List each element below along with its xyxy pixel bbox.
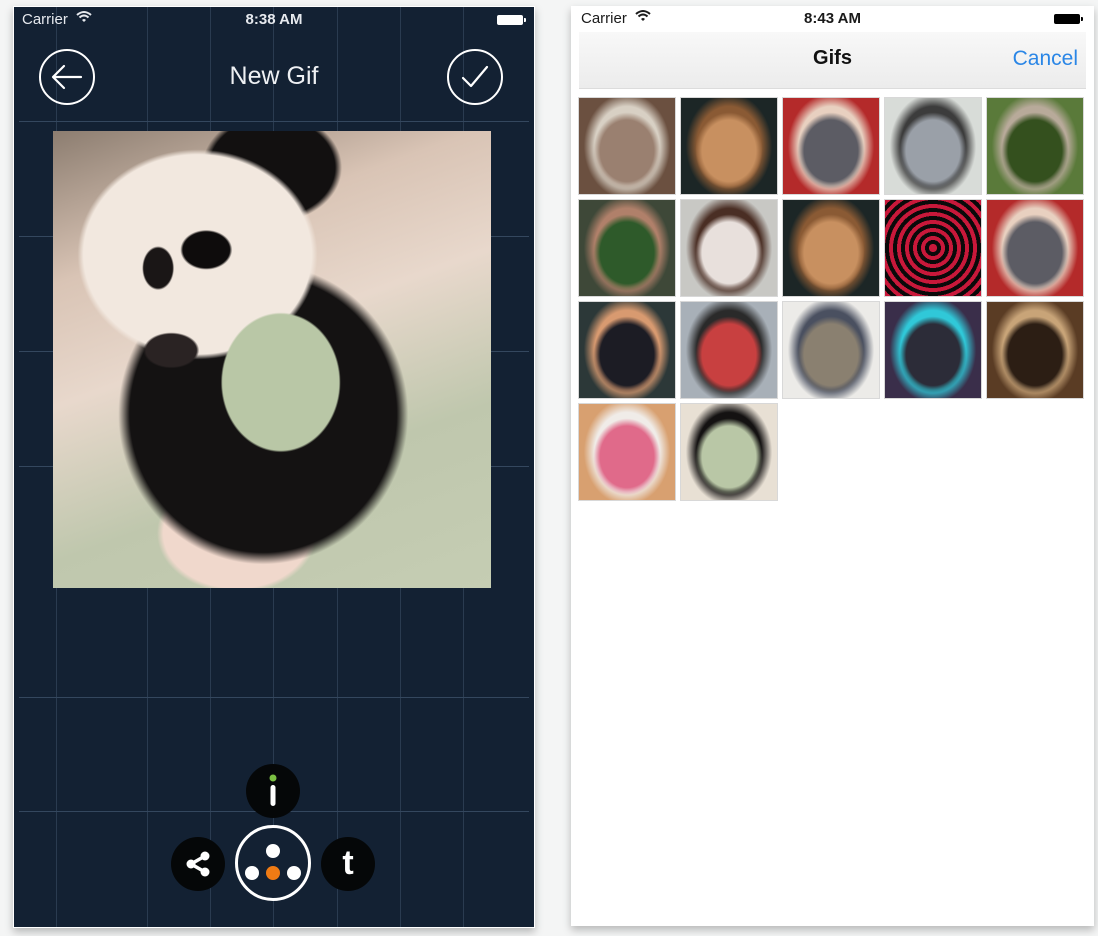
gif-thumbnail-kid-kicking-door[interactable] — [986, 301, 1084, 399]
gif-thumbnail-fox-tongue[interactable] — [578, 403, 676, 501]
info-button[interactable] — [246, 764, 300, 818]
page-title: Gifs — [813, 47, 852, 69]
status-time: 8:43 AM — [804, 10, 861, 27]
battery-full-icon — [497, 15, 526, 25]
dots-menu-icon — [245, 844, 301, 880]
gif-thumbnail-fluffy-dog-dark[interactable] — [680, 97, 778, 195]
tumblr-icon: t — [342, 843, 354, 882]
gif-thumbnail-panda-ball[interactable] — [680, 403, 778, 501]
gif-thumbnail-dancing-crowd[interactable] — [680, 301, 778, 399]
navigation-bar: Gifs Cancel — [579, 32, 1086, 89]
gif-thumbnail-girl-clapping-red-2[interactable] — [986, 199, 1084, 297]
gif-picker-screen: Carrier 8:43 AM Gifs Cancel — [571, 6, 1094, 926]
gif-thumbnail-person-water-bottle[interactable] — [578, 199, 676, 297]
gif-thumbnail-cat-crouching[interactable] — [782, 301, 880, 399]
battery-full-icon — [1054, 14, 1083, 24]
confirm-button[interactable] — [447, 49, 503, 105]
gif-thumbnail-man-on-stage[interactable] — [884, 301, 982, 399]
gif-thumbnail-fluffy-dog-dark-2[interactable] — [782, 199, 880, 297]
checkmark-icon — [461, 65, 489, 88]
gif-thumbnail-boxer-dog-sitting[interactable] — [680, 199, 778, 297]
share-icon — [186, 851, 210, 877]
gif-thumbnail-mind-blown-man[interactable] — [578, 301, 676, 399]
gif-thumbnail-girl-clapping-red[interactable] — [782, 97, 880, 195]
gif-preview[interactable] — [53, 131, 491, 588]
gif-thumbnail-bird-in-grass[interactable] — [986, 97, 1084, 195]
info-icon — [269, 774, 277, 806]
share-button[interactable] — [171, 837, 225, 891]
gif-thumbnail-puppies-on-blanket[interactable] — [884, 97, 982, 195]
status-time: 8:38 AM — [245, 11, 303, 28]
status-bar: Carrier 8:38 AM — [14, 7, 534, 33]
menu-button[interactable] — [235, 825, 311, 901]
gif-thumbnail-boy-at-table[interactable] — [578, 97, 676, 195]
status-bar: Carrier 8:43 AM — [571, 6, 1094, 32]
cancel-button[interactable]: Cancel — [1013, 47, 1078, 71]
grid-line — [19, 697, 529, 698]
grid-line — [19, 121, 529, 122]
gif-thumbnail-red-spiral[interactable] — [884, 199, 982, 297]
gif-editor-screen: Carrier 8:38 AM New Gif t — [13, 6, 535, 928]
tumblr-button[interactable]: t — [321, 837, 375, 891]
gif-grid — [578, 97, 1090, 501]
